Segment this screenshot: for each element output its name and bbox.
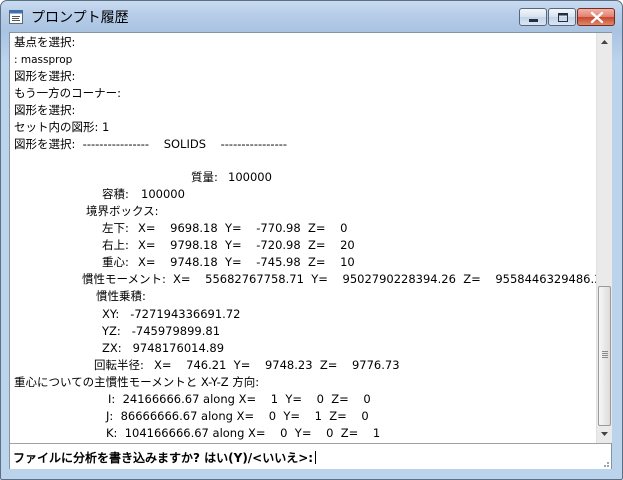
window-title: プロンプト履歴 xyxy=(31,10,129,26)
maximize-icon xyxy=(558,13,568,22)
yz-value: YZ: -745979899.81 xyxy=(102,324,221,338)
vertical-scrollbar[interactable] xyxy=(596,33,612,443)
lower-left-values: X= 9698.18 Y= -770.98 Z= 0 xyxy=(138,221,348,235)
lower-left-label: 左下: xyxy=(102,221,129,235)
xy-value: XY: -727194336691.72 xyxy=(102,307,241,321)
command-line[interactable]: ファイルに分析を書き込みますか? はい(Y)/<いいえ>: xyxy=(10,443,611,469)
command-prompt: ファイルに分析を書き込みますか? はい(Y)/<いいえ>: xyxy=(13,449,317,466)
maximize-button[interactable] xyxy=(548,8,576,26)
history-line: 図形を選択: ---------------- SOLIDS ---------… xyxy=(14,137,288,151)
command-prompt-text: ファイルに分析を書き込みますか? はい(Y)/<いいえ>: xyxy=(13,451,314,465)
history-line: 基点を選択: xyxy=(14,35,76,49)
scroll-thumb[interactable] xyxy=(598,286,611,426)
centroid-label: 重心: xyxy=(102,255,129,269)
volume-value: 100000 xyxy=(141,187,185,201)
history-line: 図形を選択: xyxy=(14,69,76,83)
text-caret xyxy=(315,451,317,464)
mass-label: 質量: xyxy=(191,170,218,184)
radii-values: X= 746.21 Y= 9748.23 Z= 9776.73 xyxy=(154,358,400,372)
inertia-values: X= 55682767758.71 Y= 9502790228394.26 Z=… xyxy=(173,272,596,286)
mass-value: 100000 xyxy=(228,170,272,184)
zx-value: ZX: 9748176014.89 xyxy=(102,341,225,355)
app-icon xyxy=(9,10,23,24)
scroll-down-arrow-icon[interactable] xyxy=(597,426,612,442)
products-label: 慣性乗積: xyxy=(96,289,146,303)
scroll-up-arrow-icon[interactable] xyxy=(597,34,612,50)
minimize-icon xyxy=(529,19,538,22)
minimize-button[interactable] xyxy=(519,8,547,26)
principal-j: J: 86666666.67 along X= 0 Y= 1 Z= 0 xyxy=(106,409,369,423)
history-line: 図形を選択: xyxy=(14,103,76,117)
history-text-area[interactable]: 基点を選択: : massprop 図形を選択: もう一方のコーナー: 図形を選… xyxy=(10,33,596,443)
prompt-history-window: プロンプト履歴 基点を選択: : massprop 図形を選択: もう一方のコー… xyxy=(0,0,623,480)
history-line: : massprop xyxy=(14,54,73,66)
inertia-label: 慣性モーメント: xyxy=(82,272,166,286)
resize-grip-icon[interactable] xyxy=(601,459,609,467)
bbox-label: 境界ボックス: xyxy=(86,204,159,218)
principal-k: K: 104166666.67 along X= 0 Y= 0 Z= 1 xyxy=(106,426,381,440)
upper-right-values: X= 9798.18 Y= -720.98 Z= 20 xyxy=(138,238,355,252)
title-bar[interactable]: プロンプト履歴 xyxy=(1,1,622,31)
volume-label: 容積: xyxy=(102,187,129,201)
close-icon xyxy=(590,11,604,24)
principal-heading: 重心についての主慣性モーメントと X-Y-Z 方向: xyxy=(14,375,260,389)
upper-right-label: 右上: xyxy=(102,238,129,252)
client-area: 基点を選択: : massprop 図形を選択: もう一方のコーナー: 図形を選… xyxy=(9,32,612,469)
principal-i: I: 24166666.67 along X= 1 Y= 0 Z= 0 xyxy=(108,392,371,406)
centroid-values: X= 9748.18 Y= -745.98 Z= 10 xyxy=(138,255,355,269)
history-line: もう一方のコーナー: xyxy=(14,86,122,100)
radii-label: 回転半径: xyxy=(94,358,144,372)
close-button[interactable] xyxy=(577,8,615,26)
history-line: セット内の図形: 1 xyxy=(14,120,110,134)
